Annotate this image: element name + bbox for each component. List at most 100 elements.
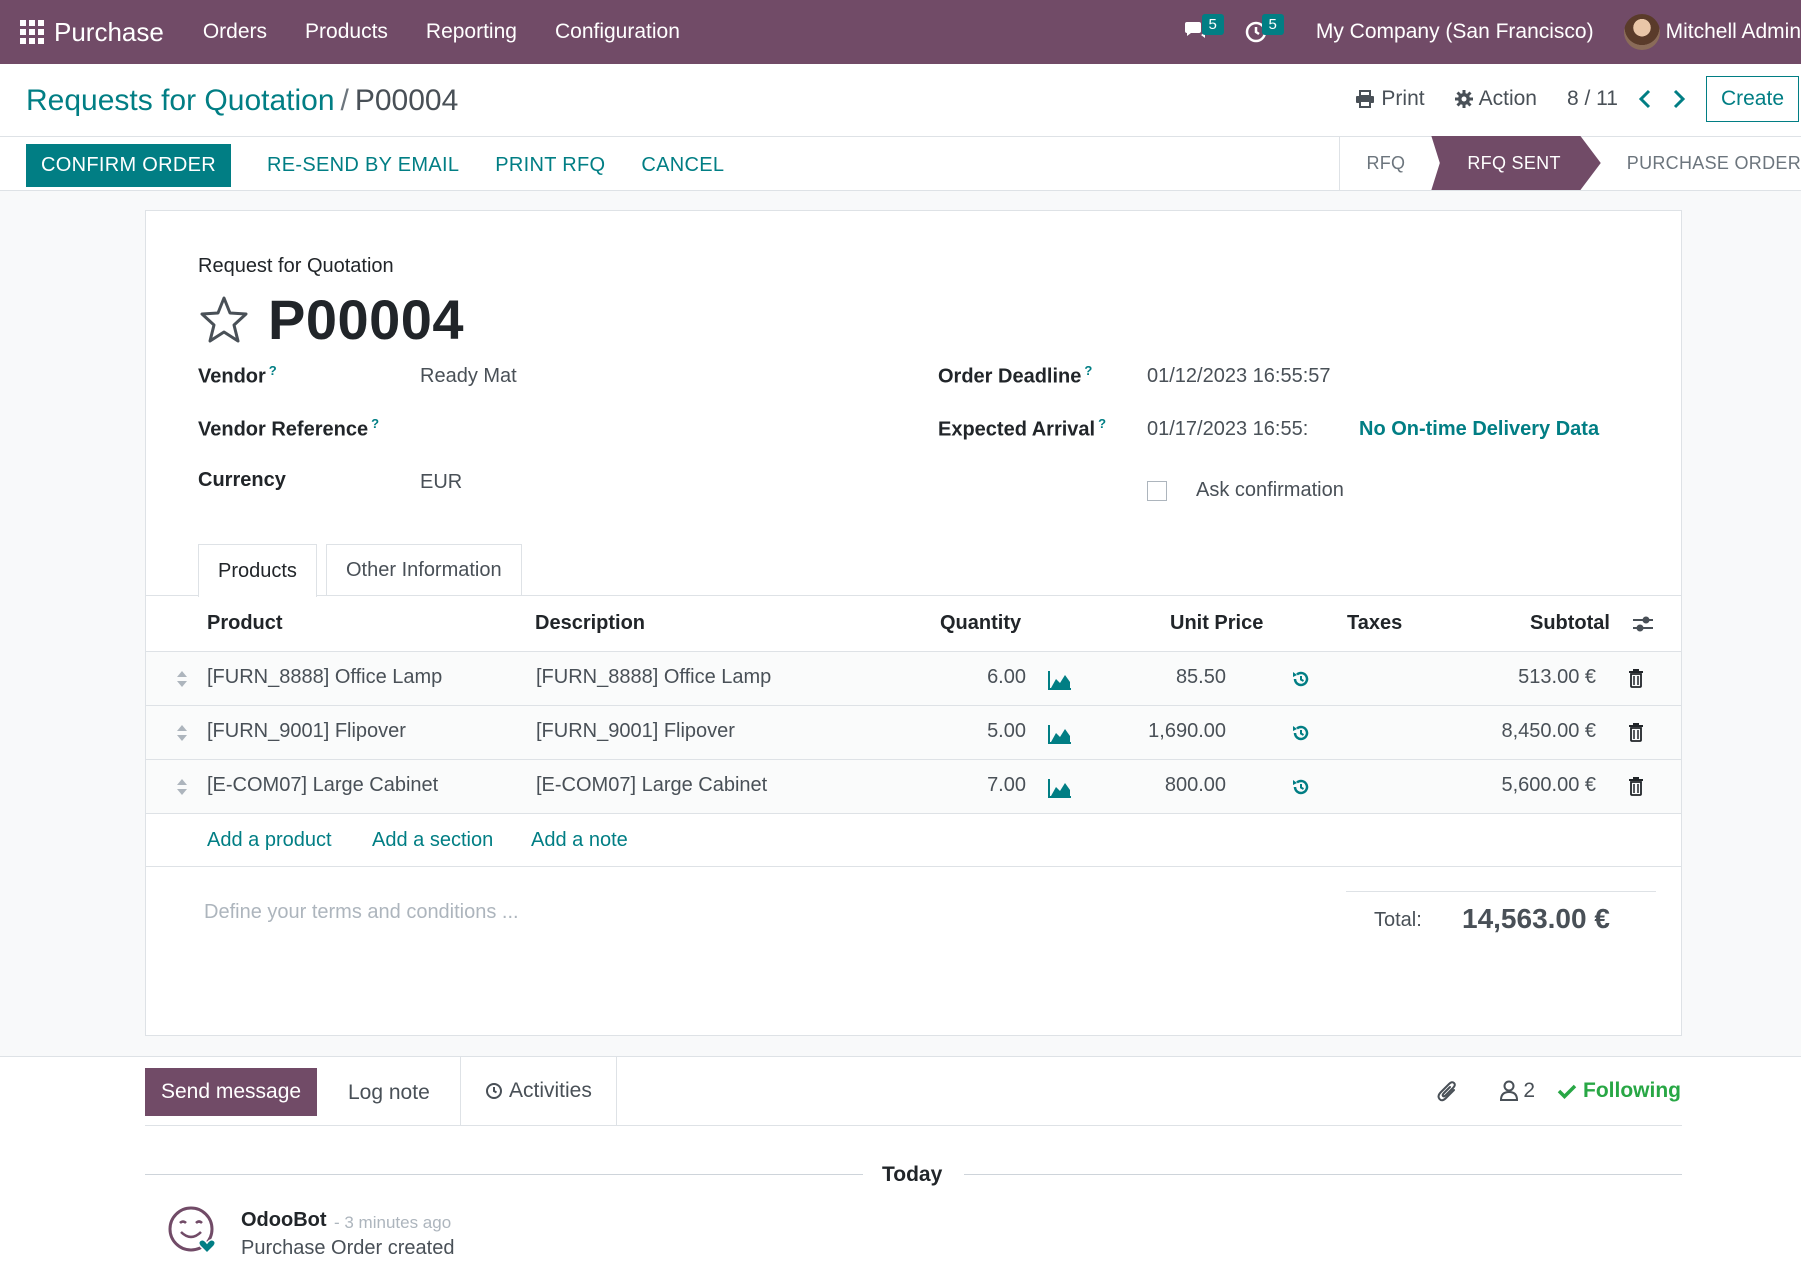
table-row[interactable]: [FURN_9001] Flipover [FURN_9001] Flipove…	[146, 706, 1681, 760]
tab-products[interactable]: Products	[198, 544, 317, 597]
row-unit-price[interactable]: 85.50	[1126, 666, 1226, 689]
row-unit-price[interactable]: 1,690.00	[1126, 720, 1226, 743]
log-note-button[interactable]: Log note	[348, 1081, 430, 1105]
odoobot-avatar-icon[interactable]	[167, 1205, 219, 1257]
app-name[interactable]: Purchase	[54, 17, 164, 48]
following-button[interactable]: Following	[1557, 1079, 1681, 1103]
row-unit-price[interactable]: 800.00	[1126, 774, 1226, 797]
company-switcher[interactable]: My Company (San Francisco)	[1316, 20, 1594, 44]
history-icon[interactable]	[1291, 777, 1311, 797]
table-row[interactable]: [E-COM07] Large Cabinet [E-COM07] Large …	[146, 760, 1681, 814]
history-icon[interactable]	[1291, 723, 1311, 743]
optional-columns-icon[interactable]	[1632, 614, 1654, 634]
stage-purchase-order[interactable]: PURCHASE ORDER	[1601, 136, 1801, 190]
row-quantity[interactable]: 6.00	[926, 666, 1026, 689]
user-avatar[interactable]	[1623, 14, 1660, 50]
tab-other-information[interactable]: Other Information	[326, 544, 522, 596]
menu-configuration[interactable]: Configuration	[536, 20, 699, 44]
print-menu-button[interactable]: Print	[1355, 87, 1425, 111]
column-taxes[interactable]: Taxes	[1347, 612, 1402, 635]
row-product[interactable]: [FURN_8888] Office Lamp	[207, 666, 442, 689]
activities-badge: 5	[1261, 14, 1284, 35]
ontime-delivery-link[interactable]: No On-time Delivery Data	[1359, 418, 1599, 441]
trash-icon[interactable]	[1628, 776, 1644, 796]
column-quantity[interactable]: Quantity	[940, 612, 1021, 635]
pager-value[interactable]: 8 / 11	[1567, 87, 1618, 111]
help-mark[interactable]: ?	[269, 363, 277, 378]
control-panel-right: Print Action 8 / 11 Create	[1355, 76, 1801, 122]
stage-rfq-sent[interactable]: RFQ SENT	[1431, 136, 1601, 190]
row-quantity[interactable]: 5.00	[926, 720, 1026, 743]
send-message-button[interactable]: Send message	[145, 1068, 318, 1116]
row-product[interactable]: [FURN_9001] Flipover	[207, 720, 406, 743]
stage-rfq[interactable]: RFQ	[1340, 136, 1431, 190]
pager-next-icon[interactable]	[1672, 89, 1686, 109]
create-button[interactable]: Create	[1705, 76, 1799, 122]
help-mark[interactable]: ?	[1098, 416, 1106, 431]
column-unit-price[interactable]: Unit Price	[1170, 612, 1263, 635]
menu-orders[interactable]: Orders	[184, 20, 286, 44]
notebook-tabs: Products Other Information	[146, 544, 1681, 597]
row-quantity[interactable]: 7.00	[926, 774, 1026, 797]
vendor-reference-label: Vendor Reference?	[198, 416, 380, 441]
order-deadline-field[interactable]: 01/12/2023 16:55:57	[1147, 365, 1331, 388]
confirm-order-button[interactable]: CONFIRM ORDER	[26, 144, 232, 187]
status-bar: RFQ RFQ SENT PURCHASE ORDER	[1339, 136, 1801, 190]
message-author[interactable]: OdooBot	[241, 1209, 327, 1232]
paperclip-icon[interactable]	[1437, 1079, 1459, 1103]
help-mark[interactable]: ?	[371, 416, 379, 431]
trash-icon[interactable]	[1628, 722, 1644, 742]
drag-handle-icon[interactable]	[176, 723, 188, 743]
order-deadline-label: Order Deadline?	[938, 363, 1093, 388]
help-mark[interactable]: ?	[1084, 363, 1092, 378]
action-menu-button[interactable]: Action	[1454, 87, 1537, 111]
vendor-reference-field[interactable]	[420, 416, 720, 442]
row-description[interactable]: [FURN_8888] Office Lamp	[536, 666, 771, 689]
drag-handle-icon[interactable]	[176, 777, 188, 797]
add-product-link[interactable]: Add a product	[207, 829, 332, 852]
ask-confirmation-checkbox[interactable]	[1147, 481, 1167, 501]
menu-products[interactable]: Products	[286, 20, 407, 44]
activities-button[interactable]: Activities	[460, 1057, 617, 1125]
messages-button[interactable]: 5	[1166, 0, 1226, 64]
top-navbar: Purchase Orders Products Reporting Confi…	[0, 0, 1801, 64]
followers-count[interactable]: 2	[1523, 1079, 1535, 1103]
vendor-field[interactable]: Ready Mat	[420, 365, 517, 388]
main-menu: Orders Products Reporting Configuration	[184, 20, 699, 44]
add-section-link[interactable]: Add a section	[372, 829, 493, 852]
date-separator-line	[145, 1174, 863, 1175]
trash-icon[interactable]	[1628, 668, 1644, 688]
forecast-chart-icon[interactable]	[1048, 778, 1072, 798]
column-subtotal[interactable]: Subtotal	[1530, 612, 1610, 635]
table-row[interactable]: [FURN_8888] Office Lamp [FURN_8888] Offi…	[146, 652, 1681, 706]
forecast-chart-icon[interactable]	[1048, 670, 1072, 690]
forecast-chart-icon[interactable]	[1048, 724, 1072, 744]
vendor-label: Vendor?	[198, 363, 277, 388]
cancel-button[interactable]: CANCEL	[641, 154, 724, 177]
row-product[interactable]: [E-COM07] Large Cabinet	[207, 774, 438, 797]
drag-handle-icon[interactable]	[176, 669, 188, 689]
breadcrumb-parent[interactable]: Requests for Quotation	[26, 84, 335, 117]
terms-input[interactable]: Define your terms and conditions ...	[204, 901, 519, 924]
add-note-link[interactable]: Add a note	[531, 829, 628, 852]
column-description[interactable]: Description	[535, 612, 645, 635]
row-description[interactable]: [E-COM07] Large Cabinet	[536, 774, 767, 797]
activities-button[interactable]: 5	[1226, 0, 1286, 64]
followers-icon[interactable]	[1499, 1080, 1519, 1102]
expected-arrival-field[interactable]: 01/17/2023 16:55:	[1147, 418, 1308, 441]
control-panel: Requests for Quotation / P00004 Print Acti…	[0, 64, 1801, 191]
column-product[interactable]: Product	[207, 612, 283, 635]
history-icon[interactable]	[1291, 669, 1311, 689]
resend-email-button[interactable]: RE-SEND BY EMAIL	[267, 154, 459, 177]
chatter-divider	[145, 1125, 1682, 1126]
total-label: Total:	[1374, 909, 1422, 931]
currency-field[interactable]: EUR	[420, 471, 462, 494]
user-menu[interactable]: Mitchell Admin	[1666, 20, 1801, 44]
apps-menu-icon[interactable]	[20, 20, 44, 44]
star-icon[interactable]	[198, 294, 250, 346]
pager-previous-icon[interactable]	[1638, 89, 1652, 109]
row-description[interactable]: [FURN_9001] Flipover	[536, 720, 735, 743]
menu-reporting[interactable]: Reporting	[407, 20, 536, 44]
message-body: Purchase Order created	[241, 1237, 455, 1259]
print-rfq-button[interactable]: PRINT RFQ	[495, 154, 605, 177]
